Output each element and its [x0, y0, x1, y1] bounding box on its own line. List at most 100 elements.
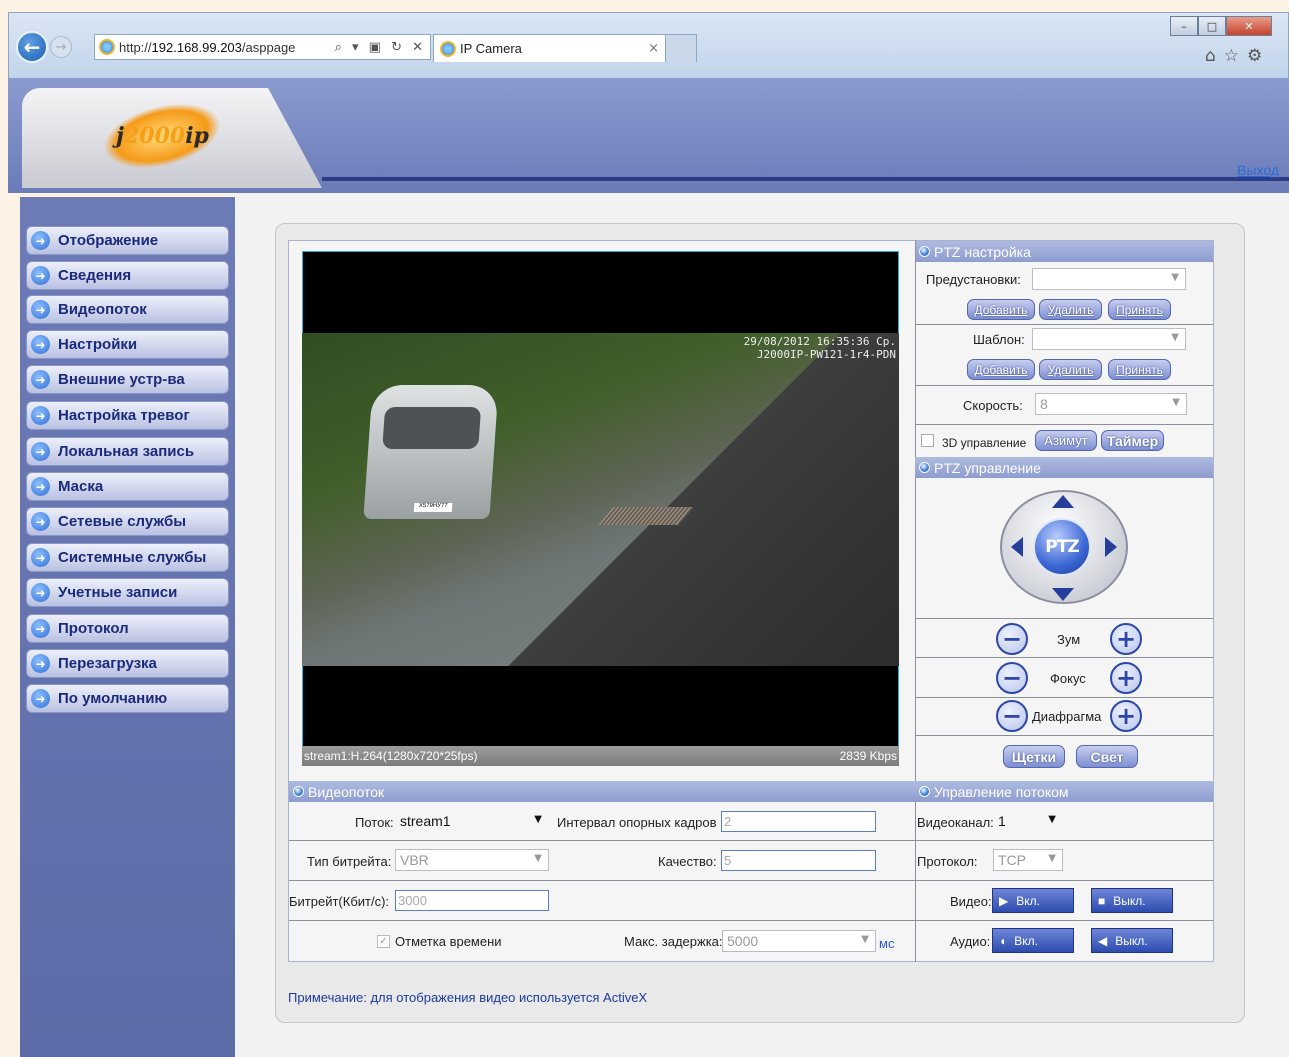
- stream-select[interactable]: stream1 ▼: [395, 810, 549, 832]
- iris-minus-button[interactable]: −: [996, 700, 1028, 732]
- keyframe-interval-label: Интервал опорных кадров: [557, 815, 717, 830]
- video-status-bar: stream1:H.264(1280x720*25fps) 2839 Kbps: [302, 746, 899, 766]
- template-apply-button[interactable]: Принять: [1108, 359, 1171, 380]
- sidebar-item-videostream[interactable]: ➜ Видеопоток: [26, 295, 229, 324]
- sidebar-item-mask[interactable]: ➜ Маска: [26, 472, 229, 501]
- back-button[interactable]: ←: [16, 31, 48, 63]
- ptz-setup-title: PTZ настройка: [934, 243, 1031, 260]
- tab-close-icon[interactable]: ×: [648, 41, 659, 56]
- bitrate-input[interactable]: 3000: [395, 890, 549, 911]
- video-off-button[interactable]: ■ Выкл.: [1091, 888, 1173, 913]
- audio-off-button[interactable]: ◀ Выкл.: [1091, 928, 1173, 953]
- sidebar-item-network-services[interactable]: ➜ Сетевые службы: [26, 507, 229, 536]
- control-3d-label: 3D управление: [942, 436, 1027, 450]
- max-delay-select[interactable]: 5000 ▼: [722, 930, 876, 952]
- address-bar[interactable]: http://192.168.99.203/asppage ⌕ ▾ ▣ ↻ ✕: [94, 34, 431, 60]
- speed-label: Скорость:: [963, 398, 1023, 413]
- zoom-minus-button[interactable]: −: [996, 623, 1028, 655]
- max-delay-label: Макс. задержка:: [624, 934, 723, 949]
- ptz-right-icon[interactable]: [1105, 537, 1117, 557]
- template-add-button[interactable]: Добавить: [967, 359, 1035, 380]
- sidebar-item-local-recording[interactable]: ➜ Локальная запись: [26, 437, 229, 466]
- forward-button[interactable]: →: [50, 36, 72, 58]
- sidebar-item-label: Маска: [58, 478, 104, 495]
- new-tab-button[interactable]: [665, 34, 697, 62]
- license-plate: Х579НУ77: [413, 503, 453, 512]
- iris-plus-button[interactable]: +: [1110, 700, 1142, 732]
- azimuth-button[interactable]: Азимут: [1035, 430, 1097, 451]
- logout-link[interactable]: Выход: [1237, 162, 1279, 178]
- ptz-down-icon[interactable]: [1052, 588, 1074, 601]
- sidebar-item-alarm-settings[interactable]: ➜ Настройка тревог: [26, 401, 229, 430]
- sidebar: ➜ Отображение ➜ Сведения ➜ Видеопоток ➜ Наст…: [20, 197, 235, 1057]
- back-arrow-icon: ←: [23, 35, 41, 59]
- browser-tab[interactable]: IP Camera ×: [433, 34, 670, 62]
- sidebar-item-accounts[interactable]: ➜ Учетные записи: [26, 578, 229, 607]
- minimize-button[interactable]: –: [1170, 16, 1198, 36]
- home-icon[interactable]: ⌂: [1205, 46, 1216, 66]
- stream-control-title: Управление потоком: [934, 783, 1069, 800]
- sidebar-item-reboot[interactable]: ➜ Перезагрузка: [26, 649, 229, 678]
- channel-label: Видеоканал:: [917, 815, 994, 830]
- audio-on-button[interactable]: ◖ Вкл.: [992, 928, 1074, 953]
- maximize-button[interactable]: □: [1198, 16, 1226, 36]
- chevron-down-icon: ▼: [1171, 272, 1179, 283]
- osd-datetime: 29/08/2012 16:35:36 Ср.: [743, 335, 896, 348]
- car-windshield: [382, 407, 482, 449]
- parked-car: Х579НУ77: [363, 385, 499, 519]
- template-select[interactable]: ▼: [1032, 328, 1186, 350]
- star-icon[interactable]: ☆: [1224, 46, 1239, 66]
- chevron-down-icon: ▼: [534, 814, 542, 825]
- sidebar-item-display[interactable]: ➜ Отображение: [26, 226, 229, 255]
- preset-add-button[interactable]: Добавить: [967, 299, 1035, 320]
- sidebar-item-label: Настройки: [58, 336, 138, 353]
- close-window-button[interactable]: ✕: [1226, 16, 1272, 36]
- sidebar-item-external-devices[interactable]: ➜ Внешние устр-ва: [26, 365, 229, 394]
- channel-select[interactable]: 1 ▼: [993, 810, 1063, 832]
- preset-delete-button[interactable]: Удалить: [1039, 299, 1102, 320]
- keyframe-interval-input[interactable]: 2: [721, 811, 876, 832]
- arrow-right-icon: ➜: [31, 512, 50, 531]
- focus-label: Фокус: [1050, 671, 1086, 686]
- section-dot-icon: [293, 786, 304, 797]
- sidebar-item-defaults[interactable]: ➜ По умолчанию: [26, 684, 229, 713]
- address-tools[interactable]: ⌕ ▾ ▣ ↻ ✕: [330, 39, 430, 55]
- light-button[interactable]: Свет: [1076, 745, 1138, 768]
- gear-icon[interactable]: ⚙: [1247, 46, 1262, 66]
- bitrate-type-select[interactable]: VBR ▼: [395, 849, 549, 871]
- ptz-control-header: PTZ управление: [915, 457, 1213, 478]
- osd-camera-name: J2000IP-PW121-1r4-PDN: [756, 348, 896, 361]
- focus-plus-button[interactable]: +: [1110, 662, 1142, 694]
- arrow-right-icon: ➜: [31, 442, 50, 461]
- sidebar-item-system-services[interactable]: ➜ Системные службы: [26, 543, 229, 572]
- control-3d-checkbox[interactable]: [921, 434, 934, 447]
- preset-apply-button[interactable]: Принять: [1108, 299, 1171, 320]
- sidebar-item-label: Перезагрузка: [58, 655, 157, 672]
- ptz-up-icon[interactable]: [1052, 495, 1074, 508]
- focus-minus-button[interactable]: −: [996, 662, 1028, 694]
- sidebar-item-protocol[interactable]: ➜ Протокол: [26, 614, 229, 643]
- quality-input[interactable]: 5: [721, 850, 876, 871]
- timestamp-checkbox[interactable]: ✓: [377, 935, 390, 948]
- speaker-off-icon: ◀: [1098, 933, 1108, 948]
- tab-ie-icon: [440, 40, 456, 57]
- speed-select[interactable]: 8 ▼: [1035, 393, 1187, 415]
- presets-select[interactable]: ▼: [1032, 268, 1186, 290]
- protocol-select[interactable]: TCP ▼: [993, 849, 1063, 871]
- sidebar-item-label: Отображение: [58, 232, 159, 249]
- zoom-plus-button[interactable]: +: [1110, 623, 1142, 655]
- chevron-down-icon: ▼: [1048, 814, 1056, 825]
- arrow-right-icon: ➜: [31, 406, 50, 425]
- zoom-label: Зум: [1057, 632, 1081, 647]
- timer-button[interactable]: Таймер: [1101, 430, 1164, 451]
- brushes-button[interactable]: Щетки: [1003, 745, 1065, 768]
- logo: j2000ip: [116, 123, 209, 149]
- template-delete-button[interactable]: Удалить: [1039, 359, 1102, 380]
- sidebar-item-settings[interactable]: ➜ Настройки: [26, 330, 229, 359]
- video-on-button[interactable]: ▶ Вкл.: [992, 888, 1074, 913]
- ptz-left-icon[interactable]: [1011, 537, 1023, 557]
- sidebar-item-label: Видеопоток: [58, 301, 147, 318]
- browser-tools: ⌂ ☆ ⚙: [1205, 46, 1262, 66]
- ptz-center-button[interactable]: PTZ: [1033, 518, 1091, 576]
- sidebar-item-info[interactable]: ➜ Сведения: [26, 261, 229, 290]
